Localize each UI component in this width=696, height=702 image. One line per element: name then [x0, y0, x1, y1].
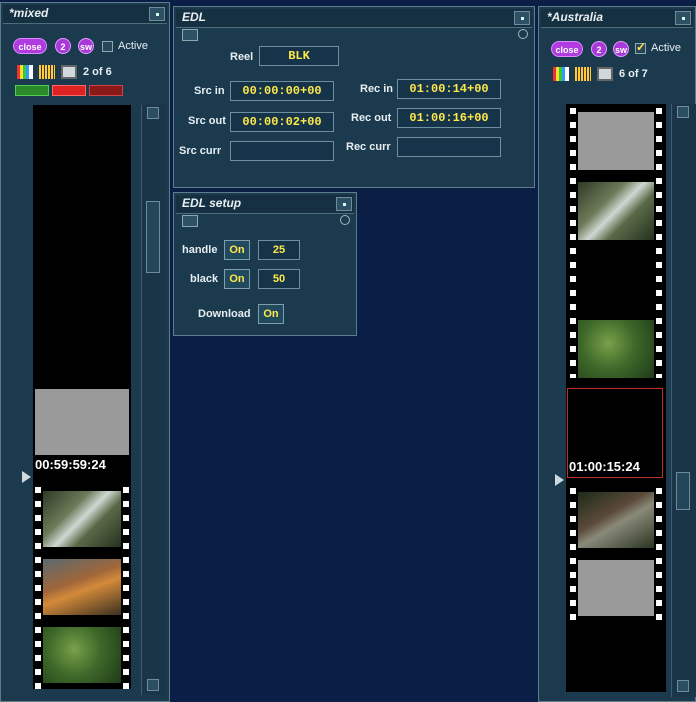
src-curr-field[interactable] [230, 141, 334, 161]
clip-bars-icon[interactable] [17, 65, 33, 79]
edl-panel: EDL Reel BLK Src in 00:00:00+00 Src out … [173, 6, 535, 188]
left-sprockets-right [123, 487, 129, 689]
edl-titlebar[interactable]: EDL [176, 9, 532, 28]
settings-icon[interactable] [182, 29, 198, 41]
right-waveform-icon[interactable] [575, 67, 591, 81]
left-active-label: Active [118, 40, 148, 52]
left-scroll-thumb[interactable] [146, 201, 160, 273]
right-active-checkbox[interactable]: ✓ [635, 40, 647, 54]
left-sprockets [35, 487, 41, 689]
edl-setup-titlebar[interactable]: EDL setup [176, 195, 354, 214]
rec-in-field[interactable]: 01:00:14+00 [397, 79, 501, 99]
rec-in-label: Rec in [360, 83, 394, 95]
black-label: black [190, 273, 219, 285]
right-sprockets-left [570, 108, 576, 378]
right-badge-2-button[interactable]: 2 [591, 41, 607, 57]
right-rocks-thumbnail[interactable] [578, 492, 654, 548]
right-panel-close-box[interactable] [675, 11, 691, 25]
right-clip-bars-icon[interactable] [553, 67, 569, 81]
rec-curr-field[interactable] [397, 137, 501, 157]
left-clip-panel: *mixed close 2 sw Active 2 of 6 00:59:59… [0, 2, 170, 702]
left-badge-2-button[interactable]: 2 [55, 38, 71, 54]
rec-out-field[interactable]: 01:00:16+00 [397, 108, 501, 128]
right-current-timecode: 01:00:15:24 [569, 459, 640, 474]
edl-close-box[interactable] [514, 11, 530, 25]
right-scroll-down-button[interactable] [677, 680, 689, 692]
monitor-icon[interactable] [61, 65, 77, 79]
right-scrollbar[interactable] [671, 104, 696, 697]
right-waterfall-thumbnail[interactable] [578, 182, 654, 240]
right-panel-titlebar[interactable]: *Australia [541, 9, 693, 28]
reel-label: Reel [230, 51, 254, 63]
waveform-icon[interactable] [39, 65, 55, 79]
left-playhead-marker[interactable] [22, 471, 31, 483]
reel-field[interactable]: BLK [259, 46, 339, 66]
checkmark-icon: ✓ [636, 40, 647, 54]
left-current-timecode: 00:59:59:24 [35, 457, 106, 472]
edl-setup-title: EDL setup [182, 196, 242, 210]
play-forward-button[interactable] [15, 85, 49, 96]
right-sprockets-bottom-left [570, 488, 576, 622]
right-clip-counter: 6 of 7 [619, 68, 648, 80]
download-toggle[interactable]: On [258, 304, 284, 324]
handle-label: handle [182, 244, 218, 256]
right-monitor-icon[interactable] [597, 67, 613, 81]
left-sw-button[interactable]: sw [78, 38, 94, 54]
right-panel-title: *Australia [547, 10, 604, 24]
right-sprockets-right [656, 108, 662, 378]
right-foliage-thumbnail[interactable] [578, 320, 654, 378]
right-film-strip-bottom [566, 488, 666, 622]
left-panel-close-box[interactable] [149, 7, 165, 21]
handle-field[interactable]: 25 [258, 240, 300, 260]
left-reel-strip[interactable]: 00:59:59:24 [33, 105, 131, 689]
waterfall-thumbnail[interactable] [43, 491, 121, 547]
edl-setup-panel: EDL setup handle On 25 black On 50 Downl… [173, 192, 357, 336]
handle-toggle[interactable]: On [224, 240, 250, 260]
src-out-field[interactable]: 00:00:02+00 [230, 112, 334, 132]
left-scroll-down-button[interactable] [147, 679, 159, 691]
right-sprockets-bottom-right [656, 488, 662, 622]
right-black-thumbnail[interactable] [578, 252, 654, 310]
left-scroll-up-button[interactable] [147, 107, 159, 119]
right-reel-strip[interactable]: 01:00:15:24 [566, 104, 666, 692]
rec-out-label: Rec out [351, 112, 392, 124]
rec-curr-label: Rec curr [346, 141, 391, 153]
right-scroll-thumb[interactable] [676, 472, 690, 510]
edl-setup-close-box[interactable] [336, 197, 352, 211]
right-scroll-up-button[interactable] [677, 106, 689, 118]
left-current-frame[interactable] [35, 389, 129, 455]
edl-title: EDL [182, 10, 206, 24]
record-button[interactable] [52, 85, 86, 96]
right-sw-button[interactable]: sw [613, 41, 629, 57]
right-close-button[interactable]: close [551, 41, 583, 57]
left-scrollbar[interactable] [141, 105, 166, 695]
right-gray-thumbnail-bottom[interactable] [578, 560, 654, 616]
src-in-label: Src in [194, 85, 225, 97]
tiger-thumbnail[interactable] [43, 559, 121, 615]
left-close-button[interactable]: close [13, 38, 47, 54]
black-toggle[interactable]: On [224, 269, 250, 289]
left-panel-titlebar[interactable]: *mixed [3, 5, 167, 24]
black-field[interactable]: 50 [258, 269, 300, 289]
play-reverse-button[interactable] [89, 85, 123, 96]
left-empty-region [33, 105, 131, 387]
left-active-checkbox[interactable] [102, 41, 113, 52]
src-curr-label: Src curr [179, 145, 222, 157]
left-clip-counter: 2 of 6 [83, 66, 112, 78]
edl-expand-icon[interactable] [518, 29, 528, 39]
right-gray-thumbnail-top[interactable] [578, 112, 654, 170]
src-out-label: Src out [188, 115, 226, 127]
right-clip-panel: *Australia close 2 sw ✓ Active 6 of 7 01… [538, 6, 696, 702]
edl-setup-expand-icon[interactable] [340, 215, 350, 225]
right-active-label: Active [651, 42, 681, 54]
left-panel-title: *mixed [9, 6, 49, 20]
foliage-thumbnail[interactable] [43, 627, 121, 683]
edl-setup-settings-icon[interactable] [182, 215, 198, 227]
download-label: Download [198, 308, 251, 320]
right-playhead-marker[interactable] [555, 474, 564, 486]
left-film-strip [33, 487, 131, 689]
src-in-field[interactable]: 00:00:00+00 [230, 81, 334, 101]
